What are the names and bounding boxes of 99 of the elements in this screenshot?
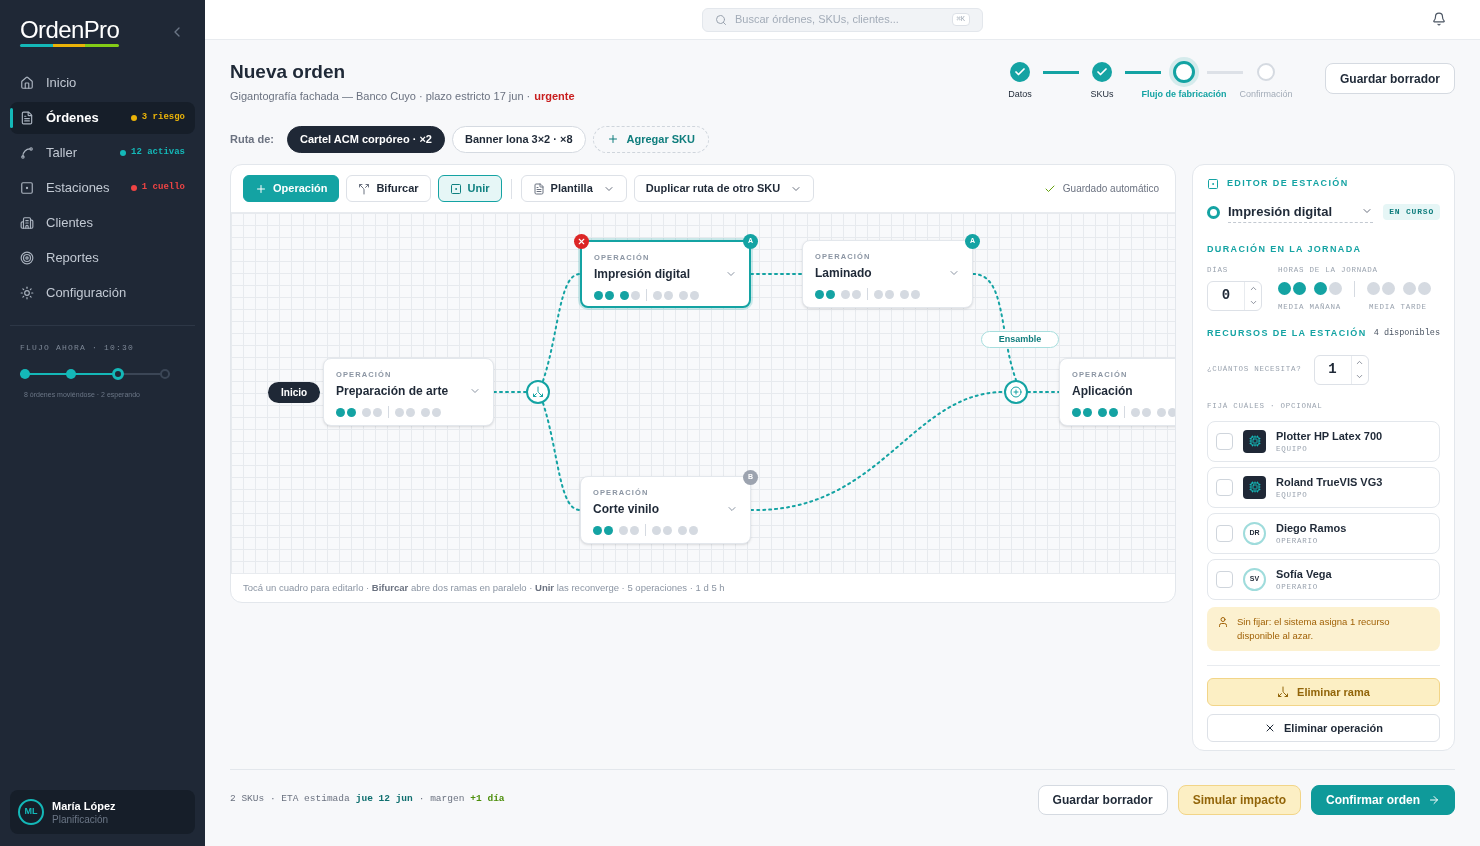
toolbar-button[interactable]: Bifurcar [346, 175, 431, 202]
status-count: 3 riesgo [141, 111, 185, 125]
urgency-label: urgente [534, 89, 575, 104]
user-card[interactable]: ML María López Planificación [10, 790, 195, 834]
status-chip: EN CURSO [1383, 204, 1440, 221]
chevron-up-icon[interactable] [1355, 358, 1364, 367]
status-count: 12 activas [131, 146, 185, 160]
split-icon [358, 182, 371, 195]
bell-icon[interactable] [1432, 12, 1446, 26]
user-icon [1217, 615, 1229, 628]
nav-item[interactable]: Configuración [10, 277, 195, 309]
split-icon [532, 386, 544, 398]
toolbar-button[interactable]: Duplicar ruta de otro SKU [633, 175, 815, 202]
search-icon [715, 13, 727, 26]
fork-node[interactable] [526, 380, 550, 404]
arrow-right-icon [1428, 793, 1440, 806]
step-label: Datos [1008, 88, 1032, 101]
split-icon [1277, 685, 1290, 698]
route-label: Ruta de: [230, 131, 274, 147]
chevron-down-icon[interactable] [1355, 372, 1364, 381]
chip-icon [1248, 435, 1261, 448]
page-title: Nueva orden [230, 60, 347, 84]
order-summary: · margen [418, 792, 465, 807]
margin-value: +1 día [470, 792, 505, 807]
close-icon [577, 237, 586, 246]
flow-title: FLUJO AHORA · 10:30 [20, 342, 135, 354]
sku-tab[interactable]: Banner lona 3×2 · ×8 [451, 125, 586, 153]
status-count: 1 cuello [141, 181, 185, 195]
nav-item[interactable]: Taller 12 activas [10, 137, 195, 169]
pen-path-icon [20, 146, 34, 160]
eta-date: jue 12 jun [355, 792, 413, 807]
days-stepper[interactable]: 0 [1207, 280, 1262, 311]
house-icon [20, 76, 34, 90]
toolbar-button[interactable]: Unir [437, 175, 502, 202]
nav-item[interactable]: Estaciones 1 cuello [10, 172, 195, 204]
user-name: María López [52, 799, 116, 814]
checkbox[interactable] [1216, 524, 1233, 542]
nav-item[interactable]: Inicio [10, 67, 195, 99]
canvas-hint: Tocá un cuadro para editarlo · Bifurcar abre dos ramas en paralelo · Unir las reconverge · 5 operaciones · 1 d 5 h [243, 580, 725, 595]
resource-name: Diego Ramos [1276, 520, 1347, 536]
panel-title: EDITOR DE ESTACIÓN [1227, 177, 1349, 190]
note-text: Sin fijar: el sistema asigna 1 recurso disponible al azar. [1237, 614, 1391, 643]
nav-label: Inicio [46, 74, 78, 93]
operation-name: Corte vinilo [593, 501, 659, 518]
step-label: Confirmación [1239, 88, 1293, 101]
document-icon [20, 111, 34, 125]
sun-icon [20, 286, 34, 300]
nav-label: Taller [46, 144, 79, 163]
count-stepper[interactable]: 1 [1313, 354, 1369, 385]
user-avatar: ML [18, 799, 44, 825]
checkbox[interactable] [1216, 432, 1233, 450]
remove-branch-button[interactable]: Eliminar rama [1207, 677, 1440, 706]
nav-label: Órdenes [46, 109, 100, 128]
nav-label: Estaciones [46, 179, 111, 198]
save-draft-button[interactable]: Guardar borrador [1324, 63, 1455, 94]
section-title: RECURSOS DE LA ESTACIÓN [1207, 327, 1367, 340]
remove-operation-button[interactable]: Eliminar operación [1207, 713, 1440, 742]
resource-name: Plotter HP Latex 700 [1276, 428, 1383, 444]
checkbox[interactable] [1216, 570, 1233, 588]
page-subtitle: Gigantografía fachada — Banco Cuyo · plazo estricto 17 jun · [230, 89, 531, 104]
nav-label: Reportes [46, 249, 100, 268]
search-input[interactable]: Buscar órdenes, SKUs, clientes... [735, 11, 944, 28]
join-node[interactable] [1004, 380, 1028, 404]
checkbox[interactable] [1216, 478, 1233, 496]
step-label: Flujo de fabricación [1141, 88, 1227, 101]
nav-label: Clientes [46, 214, 94, 233]
order-summary: 2 SKUs · ETA estimada [230, 792, 350, 807]
operation-name: Impresión digital [594, 266, 690, 283]
resource-name: Roland TrueVIS VG3 [1276, 474, 1383, 490]
remove-badge[interactable] [574, 234, 589, 249]
plus-icon [255, 182, 267, 195]
sku-tab[interactable]: Cartel ACM corpóreo · ×2 [287, 125, 445, 153]
operation-name: Aplicación [1072, 383, 1133, 400]
circle-plus-icon [1010, 386, 1022, 398]
footer-button[interactable]: Simular impacto [1177, 784, 1301, 815]
target-icon [20, 251, 34, 265]
merge-label: Ensamble [981, 331, 1059, 348]
resource-name: Sofía Vega [1276, 566, 1332, 582]
nav-item[interactable]: Órdenes 3 riesgo [10, 102, 195, 134]
section-title: DURACIÓN EN LA JORNADA [1207, 243, 1363, 256]
nav-item[interactable]: Reportes [10, 242, 195, 274]
nav-item[interactable]: Clientes [10, 207, 195, 239]
user-role: Planificación [52, 814, 110, 826]
document-icon [532, 182, 545, 195]
toolbar-button[interactable]: Plantilla [520, 175, 627, 202]
brand-logo: OrdenPro [20, 16, 120, 47]
station-select[interactable]: Impresión digital [1228, 201, 1373, 223]
operation-name: Preparación de arte [336, 383, 449, 400]
chip-icon [1248, 481, 1261, 494]
start-pill: Inicio [268, 382, 321, 403]
step-label: SKUs [1090, 88, 1114, 101]
station-ring-icon [1207, 205, 1220, 219]
plus-icon [606, 133, 619, 145]
building-icon [20, 216, 34, 230]
operation-name: Laminado [815, 265, 872, 282]
footer-button[interactable]: Guardar borrador [1037, 784, 1168, 815]
available-count: 4 disponibles [1373, 327, 1440, 341]
nav-label: Configuración [46, 284, 128, 303]
autosave-status: Guardado automático [1062, 182, 1159, 196]
